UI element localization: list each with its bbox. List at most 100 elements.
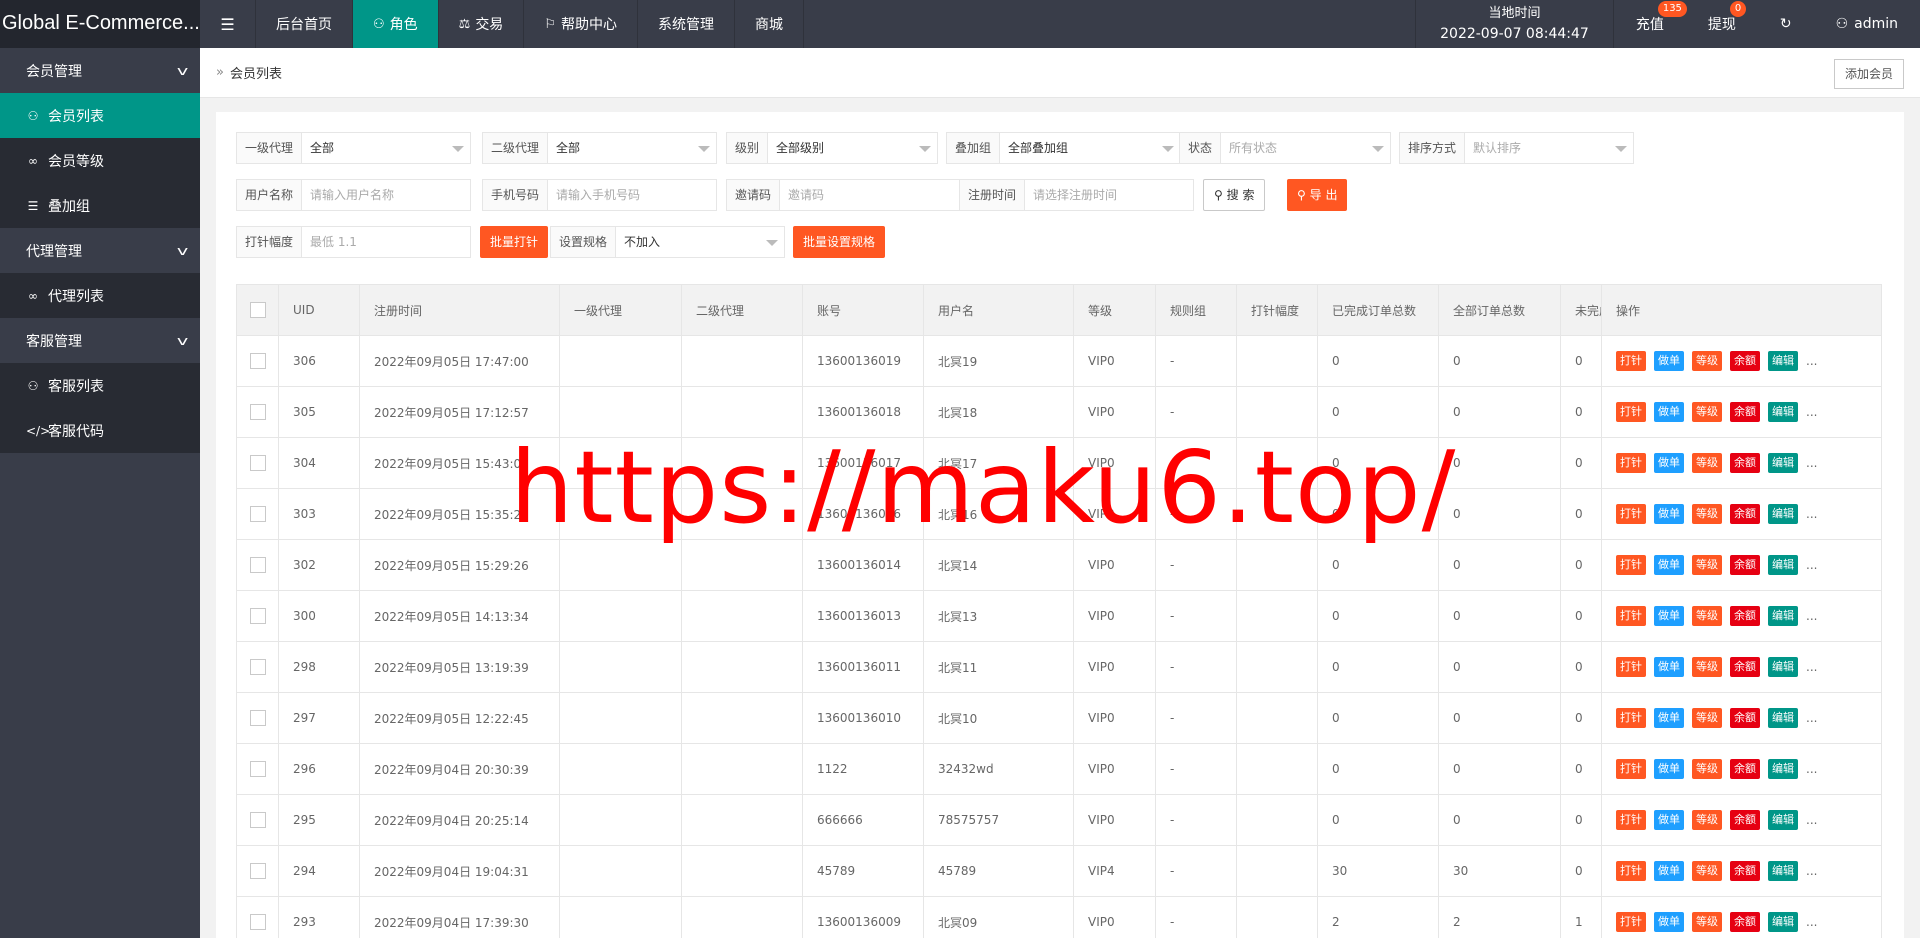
balance-button[interactable]: 余额 [1730, 555, 1760, 575]
agent2-select[interactable]: 二级代理 全部 [482, 132, 717, 164]
recharge-link[interactable]: 充值 135 [1614, 0, 1687, 48]
nav-item-help[interactable]: ⚐ 帮助中心 [524, 0, 638, 48]
breadcrumb-label[interactable]: 会员列表 [230, 63, 282, 82]
column-header[interactable]: 已完成订单总数 [1318, 285, 1439, 335]
needle-button[interactable]: 打针 [1616, 861, 1646, 881]
order-button[interactable]: 做单 [1654, 759, 1684, 779]
column-header[interactable]: 二级代理 [682, 285, 803, 335]
balance-button[interactable]: 余额 [1730, 861, 1760, 881]
row-checkbox[interactable] [249, 812, 266, 828]
level-button[interactable]: 等级 [1692, 708, 1722, 728]
app-logo-title[interactable]: Global E-Commerce... [0, 0, 200, 48]
balance-button[interactable]: 余额 [1730, 504, 1760, 524]
row-checkbox[interactable] [249, 557, 266, 573]
more-icon[interactable]: ... [1806, 456, 1817, 470]
regtime-input[interactable]: 注册时间 请选择注册时间 [959, 179, 1194, 211]
order-button[interactable]: 做单 [1654, 708, 1684, 728]
nav-item-dashboard[interactable]: 后台首页 [256, 0, 353, 48]
sidebar-group-service[interactable]: 客服管理 v [0, 318, 200, 363]
phone-input[interactable]: 手机号码 请输入手机号码 [482, 179, 717, 211]
more-icon[interactable]: ... [1806, 405, 1817, 419]
edit-button[interactable]: 编辑 [1768, 606, 1798, 626]
row-checkbox[interactable] [249, 659, 266, 675]
batch-spec-button[interactable]: 批量设置规格 [793, 226, 886, 258]
refresh-icon[interactable]: ↻ [1758, 0, 1814, 48]
sidebar-item-overlay-group[interactable]: ☰ 叠加组 [0, 183, 200, 228]
edit-button[interactable]: 编辑 [1768, 351, 1798, 371]
needle-button[interactable]: 打针 [1616, 759, 1646, 779]
search-button[interactable]: ⚲ 搜 索 [1203, 179, 1266, 211]
needle-button[interactable]: 打针 [1616, 453, 1646, 473]
needle-button[interactable]: 打针 [1616, 351, 1646, 371]
more-icon[interactable]: ... [1806, 711, 1817, 725]
more-icon[interactable]: ... [1806, 813, 1817, 827]
row-checkbox[interactable] [249, 353, 266, 369]
export-button[interactable]: ⚲ 导 出 [1287, 179, 1348, 211]
column-header[interactable]: 全部订单总数 [1439, 285, 1561, 335]
column-header[interactable]: 规则组 [1156, 285, 1237, 335]
sidebar-item-member-list[interactable]: ⚇ 会员列表 [0, 93, 200, 138]
column-header[interactable]: 账号 [803, 285, 924, 335]
edit-button[interactable]: 编辑 [1768, 708, 1798, 728]
column-header[interactable]: 一级代理 [560, 285, 682, 335]
more-icon[interactable]: ... [1806, 915, 1817, 929]
invite-code-input[interactable]: 邀请码 邀请码 [726, 179, 961, 211]
withdraw-link[interactable]: 提现 0 [1686, 0, 1758, 48]
level-button[interactable]: 等级 [1692, 861, 1722, 881]
edit-button[interactable]: 编辑 [1768, 402, 1798, 422]
nav-item-trade[interactable]: ⚖ 交易 [439, 0, 525, 48]
select-all-checkbox[interactable] [249, 302, 266, 318]
more-icon[interactable]: ... [1806, 762, 1817, 776]
sidebar-item-service-code[interactable]: </> 客服代码 [0, 408, 200, 453]
order-button[interactable]: 做单 [1654, 351, 1684, 371]
edit-button[interactable]: 编辑 [1768, 453, 1798, 473]
level-button[interactable]: 等级 [1692, 555, 1722, 575]
balance-button[interactable]: 余额 [1730, 351, 1760, 371]
needle-button[interactable]: 打针 [1616, 657, 1646, 677]
sidebar-item-agent-list[interactable]: ∞ 代理列表 [0, 273, 200, 318]
column-header[interactable]: 未完成 [1561, 285, 1602, 335]
nav-item-mall[interactable]: 商城 [735, 0, 804, 48]
sidebar-group-agents[interactable]: 代理管理 v [0, 228, 200, 273]
admin-menu[interactable]: ⚇ admin [1814, 0, 1920, 48]
menu-toggle-icon[interactable]: ☰ [200, 0, 256, 48]
column-header[interactable]: 注册时间 [360, 285, 560, 335]
sidebar-group-members[interactable]: 会员管理 v [0, 48, 200, 93]
balance-button[interactable]: 余额 [1730, 606, 1760, 626]
row-checkbox[interactable] [249, 506, 266, 522]
column-header[interactable]: UID [279, 285, 360, 335]
level-button[interactable]: 等级 [1692, 402, 1722, 422]
level-button[interactable]: 等级 [1692, 606, 1722, 626]
add-member-button[interactable]: 添加会员 [1833, 59, 1904, 89]
row-checkbox[interactable] [249, 761, 266, 777]
edit-button[interactable]: 编辑 [1768, 555, 1798, 575]
needle-button[interactable]: 打针 [1616, 606, 1646, 626]
needle-button[interactable]: 打针 [1616, 504, 1646, 524]
status-select[interactable]: 状态 所有状态 [1179, 132, 1391, 164]
edit-button[interactable]: 编辑 [1768, 504, 1798, 524]
row-checkbox[interactable] [249, 608, 266, 624]
level-button[interactable]: 等级 [1692, 351, 1722, 371]
column-header[interactable]: 用户名 [924, 285, 1074, 335]
edit-button[interactable]: 编辑 [1768, 861, 1798, 881]
level-select[interactable]: 级别 全部级别 [726, 132, 938, 164]
username-input[interactable]: 用户名称 请输入用户名称 [236, 179, 471, 211]
order-button[interactable]: 做单 [1654, 912, 1684, 932]
level-button[interactable]: 等级 [1692, 759, 1722, 779]
more-icon[interactable]: ... [1806, 558, 1817, 572]
balance-button[interactable]: 余额 [1730, 657, 1760, 677]
level-button[interactable]: 等级 [1692, 504, 1722, 524]
column-header[interactable]: 打针幅度 [1237, 285, 1318, 335]
more-icon[interactable]: ... [1806, 864, 1817, 878]
batch-needle-button[interactable]: 批量打针 [480, 226, 549, 258]
sort-select[interactable]: 排序方式 默认排序 [1399, 132, 1634, 164]
more-icon[interactable]: ... [1806, 660, 1817, 674]
edit-button[interactable]: 编辑 [1768, 759, 1798, 779]
level-button[interactable]: 等级 [1692, 912, 1722, 932]
order-button[interactable]: 做单 [1654, 657, 1684, 677]
order-button[interactable]: 做单 [1654, 810, 1684, 830]
more-icon[interactable]: ... [1806, 354, 1817, 368]
order-button[interactable]: 做单 [1654, 402, 1684, 422]
sidebar-item-service-list[interactable]: ⚇ 客服列表 [0, 363, 200, 408]
row-checkbox[interactable] [249, 455, 266, 471]
